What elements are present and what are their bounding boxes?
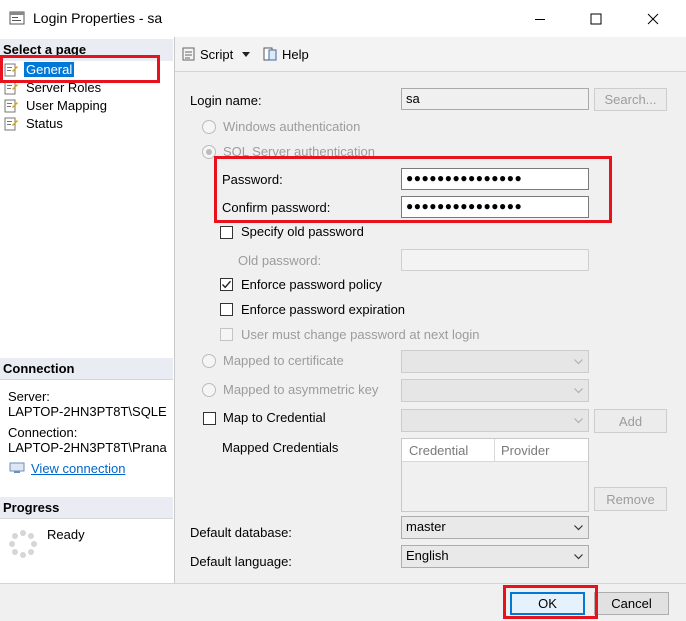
progress-spinner-icon xyxy=(8,529,38,559)
credentials-table-header: Credential Provider xyxy=(402,439,588,462)
cancel-button[interactable]: Cancel xyxy=(594,592,669,615)
page-item-label: Status xyxy=(26,116,63,131)
highlight-ok xyxy=(503,585,598,619)
default-database-value: master xyxy=(406,519,446,534)
maximize-icon xyxy=(590,13,602,24)
default-database-select[interactable]: master xyxy=(401,516,589,539)
chevron-down-icon xyxy=(574,359,583,365)
must-change-label: User must change password at next login xyxy=(241,327,480,342)
login-name-field[interactable]: sa xyxy=(401,88,589,110)
close-icon xyxy=(647,13,659,24)
default-language-select[interactable]: English xyxy=(401,545,589,568)
asymmetric-key-select[interactable] xyxy=(401,379,589,402)
column-header-provider[interactable]: Provider xyxy=(501,443,549,458)
help-button[interactable]: Help xyxy=(262,46,309,62)
windows-auth-label: Windows authentication xyxy=(223,119,361,134)
view-connection-link[interactable]: View connection xyxy=(31,461,125,476)
default-database-label: Default database: xyxy=(190,525,292,540)
mapped-credentials-label: Mapped Credentials xyxy=(222,440,339,455)
credential-select[interactable] xyxy=(401,409,589,432)
maximize-button[interactable] xyxy=(573,0,619,37)
must-change-checkbox[interactable] xyxy=(220,328,233,341)
page-icon xyxy=(4,117,18,130)
search-button[interactable]: Search... xyxy=(594,88,667,111)
minimize-button[interactable] xyxy=(517,0,563,37)
column-divider xyxy=(494,439,495,461)
enforce-expiration-checkbox[interactable] xyxy=(220,303,233,316)
credentials-table: Credential Provider xyxy=(401,438,589,512)
progress-status: Ready xyxy=(47,527,85,542)
chevron-down-icon xyxy=(574,525,583,531)
server-value: LAPTOP-2HN3PT8T\SQLE xyxy=(8,404,167,419)
mapped-asym-radio[interactable] xyxy=(202,383,216,397)
minimize-icon xyxy=(535,18,545,20)
help-icon xyxy=(263,47,277,61)
mapped-asym-label: Mapped to asymmetric key xyxy=(223,382,379,397)
old-password-label: Old password: xyxy=(238,253,322,268)
map-credential-checkbox[interactable] xyxy=(203,412,216,425)
left-panel: Select a page General Server Roles User … xyxy=(0,37,175,583)
specify-old-password-label: Specify old password xyxy=(241,224,364,239)
certificate-select[interactable] xyxy=(401,350,589,373)
general-page: Login name: sa Search... Windows authent… xyxy=(175,72,686,583)
mapped-cert-radio[interactable] xyxy=(202,354,216,368)
progress-heading: Progress xyxy=(0,497,173,519)
toolbar: Script Help xyxy=(175,37,686,72)
windows-auth-radio[interactable] xyxy=(202,120,216,134)
mapped-cert-label: Mapped to certificate xyxy=(223,353,344,368)
specify-old-password-checkbox[interactable] xyxy=(220,226,233,239)
connection-label: Connection: xyxy=(8,425,78,440)
connection-value: LAPTOP-2HN3PT8T\Prana xyxy=(8,440,167,455)
title-bar: Login Properties - sa xyxy=(0,0,686,37)
column-header-credential[interactable]: Credential xyxy=(409,443,468,458)
chevron-down-icon xyxy=(574,554,583,560)
close-button[interactable] xyxy=(630,0,676,37)
script-button[interactable]: Script xyxy=(181,46,253,62)
window-title: Login Properties - sa xyxy=(33,10,163,26)
default-language-label: Default language: xyxy=(190,554,292,569)
page-icon xyxy=(4,99,18,112)
enforce-policy-checkbox[interactable] xyxy=(220,278,233,291)
enforce-expiration-label: Enforce password expiration xyxy=(241,302,406,317)
highlight-passwords xyxy=(214,156,612,223)
connection-icon xyxy=(9,462,25,474)
chevron-down-icon xyxy=(574,388,583,394)
default-language-value: English xyxy=(406,548,449,563)
map-credential-label: Map to Credential xyxy=(223,410,326,425)
server-label: Server: xyxy=(8,389,50,404)
remove-credential-button[interactable]: Remove xyxy=(594,487,667,511)
login-name-label: Login name: xyxy=(190,93,262,108)
app-icon xyxy=(9,11,25,25)
page-item-user-mapping[interactable]: User Mapping xyxy=(3,97,109,114)
script-icon xyxy=(182,47,195,61)
highlight-general xyxy=(0,55,160,83)
chevron-down-icon xyxy=(242,52,251,57)
add-credential-button[interactable]: Add xyxy=(594,409,667,433)
help-label: Help xyxy=(282,46,309,62)
enforce-policy-label: Enforce password policy xyxy=(241,277,382,292)
script-label: Script xyxy=(200,46,234,62)
checkmark-icon xyxy=(221,280,232,289)
connection-heading: Connection xyxy=(0,358,173,380)
chevron-down-icon xyxy=(574,418,583,424)
old-password-field[interactable] xyxy=(401,249,589,271)
page-item-label: User Mapping xyxy=(26,98,107,113)
page-item-status[interactable]: Status xyxy=(3,115,65,132)
